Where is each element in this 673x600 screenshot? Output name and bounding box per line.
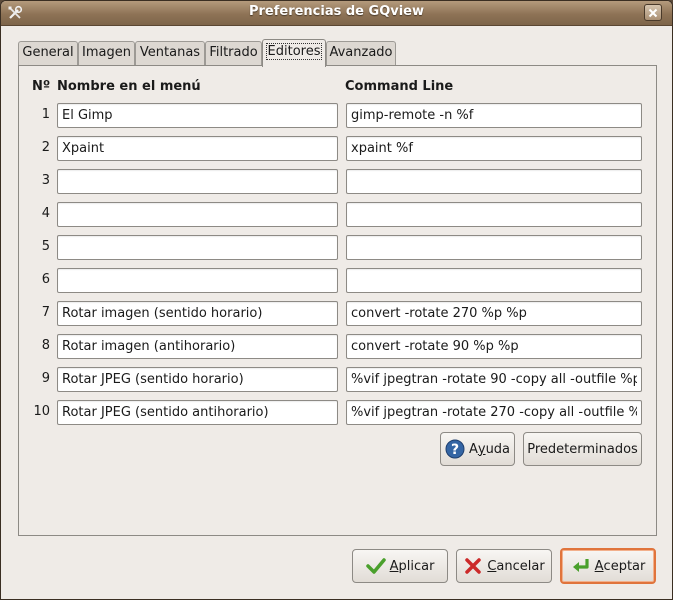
close-button[interactable] bbox=[644, 4, 662, 21]
command-line-input[interactable] bbox=[346, 103, 642, 128]
row-number: 10 bbox=[33, 404, 50, 419]
tab-editores[interactable]: Editores bbox=[262, 39, 326, 67]
tab-general[interactable]: General bbox=[18, 41, 78, 65]
menu-name-input[interactable] bbox=[57, 136, 338, 161]
command-line-input[interactable] bbox=[346, 202, 642, 227]
apply-label-rest: plicar bbox=[398, 558, 435, 574]
row-number: 5 bbox=[41, 239, 50, 254]
defaults-label: Predeterminados bbox=[527, 441, 638, 457]
tab-label: Editores bbox=[265, 43, 323, 60]
row-number: 9 bbox=[41, 371, 50, 386]
command-line-input[interactable] bbox=[346, 235, 642, 260]
menu-name-input[interactable] bbox=[57, 334, 338, 359]
defaults-button[interactable]: Predeterminados bbox=[523, 432, 642, 466]
apply-button[interactable]: Aplicar bbox=[352, 549, 448, 583]
command-line-input[interactable] bbox=[346, 268, 642, 293]
cancel-x-icon bbox=[465, 558, 482, 574]
cancel-button[interactable]: Cancelar bbox=[456, 549, 552, 583]
cancel-label-mnemonic: C bbox=[487, 558, 497, 574]
enter-arrow-icon bbox=[572, 559, 589, 572]
tab-imagen[interactable]: Imagen bbox=[78, 41, 135, 65]
menu-name-input[interactable] bbox=[57, 400, 338, 425]
editors-panel: Nº Nombre en el menú Command Line 1 2 3 4 5 6… bbox=[18, 65, 657, 536]
header-command-line: Command Line bbox=[345, 79, 454, 94]
menu-name-input[interactable] bbox=[57, 169, 338, 194]
tab-label: Imagen bbox=[82, 45, 131, 60]
help-label-pre: A bbox=[468, 441, 478, 457]
window-title: Preferencias de GQview bbox=[248, 4, 425, 19]
command-line-input[interactable] bbox=[346, 169, 642, 194]
help-button[interactable]: ? Ay uda bbox=[440, 432, 515, 466]
row-number: 6 bbox=[41, 272, 50, 287]
row-number: 8 bbox=[41, 338, 50, 353]
row-number: 3 bbox=[41, 173, 50, 188]
menu-name-input[interactable] bbox=[57, 235, 338, 260]
accept-label-rest: ceptar bbox=[603, 558, 646, 574]
help-icon: ? bbox=[445, 439, 465, 459]
preferences-window: Preferencias de GQview General Imagen Ve… bbox=[0, 0, 673, 600]
row-number: 2 bbox=[41, 140, 50, 155]
help-label-mnemonic: y bbox=[477, 441, 486, 457]
menu-name-input[interactable] bbox=[57, 268, 338, 293]
help-label-post: uda bbox=[485, 441, 511, 457]
accept-button[interactable]: Aceptar bbox=[560, 548, 656, 584]
accept-label-mnemonic: A bbox=[594, 558, 604, 574]
menu-name-input[interactable] bbox=[57, 367, 338, 392]
row-number: 7 bbox=[41, 305, 50, 320]
tab-filtrado[interactable]: Filtrado bbox=[205, 41, 262, 65]
command-line-input[interactable] bbox=[346, 367, 642, 392]
command-line-input[interactable] bbox=[346, 334, 642, 359]
menu-name-input[interactable] bbox=[57, 301, 338, 326]
command-line-input[interactable] bbox=[346, 301, 642, 326]
cancel-label-rest: ancelar bbox=[496, 558, 545, 574]
close-icon bbox=[648, 8, 658, 17]
checkmark-icon bbox=[365, 558, 386, 574]
tab-avanzado[interactable]: Avanzado bbox=[326, 41, 396, 65]
menu-name-input[interactable] bbox=[57, 103, 338, 128]
apply-label-mnemonic: A bbox=[389, 558, 399, 574]
tab-label: Ventanas bbox=[139, 45, 201, 60]
title-bar[interactable]: Preferencias de GQview bbox=[1, 1, 672, 26]
svg-text:?: ? bbox=[451, 442, 459, 458]
command-line-input[interactable] bbox=[346, 400, 642, 425]
header-number: Nº bbox=[32, 79, 51, 94]
command-line-input[interactable] bbox=[346, 136, 642, 161]
menu-name-input[interactable] bbox=[57, 202, 338, 227]
tab-label: General bbox=[22, 45, 74, 60]
tab-label: Avanzado bbox=[329, 45, 393, 60]
row-number: 4 bbox=[41, 206, 50, 221]
header-menu-name: Nombre en el menú bbox=[57, 79, 201, 94]
tab-ventanas[interactable]: Ventanas bbox=[135, 41, 205, 65]
tab-label: Filtrado bbox=[209, 45, 258, 60]
row-number: 1 bbox=[41, 107, 50, 122]
